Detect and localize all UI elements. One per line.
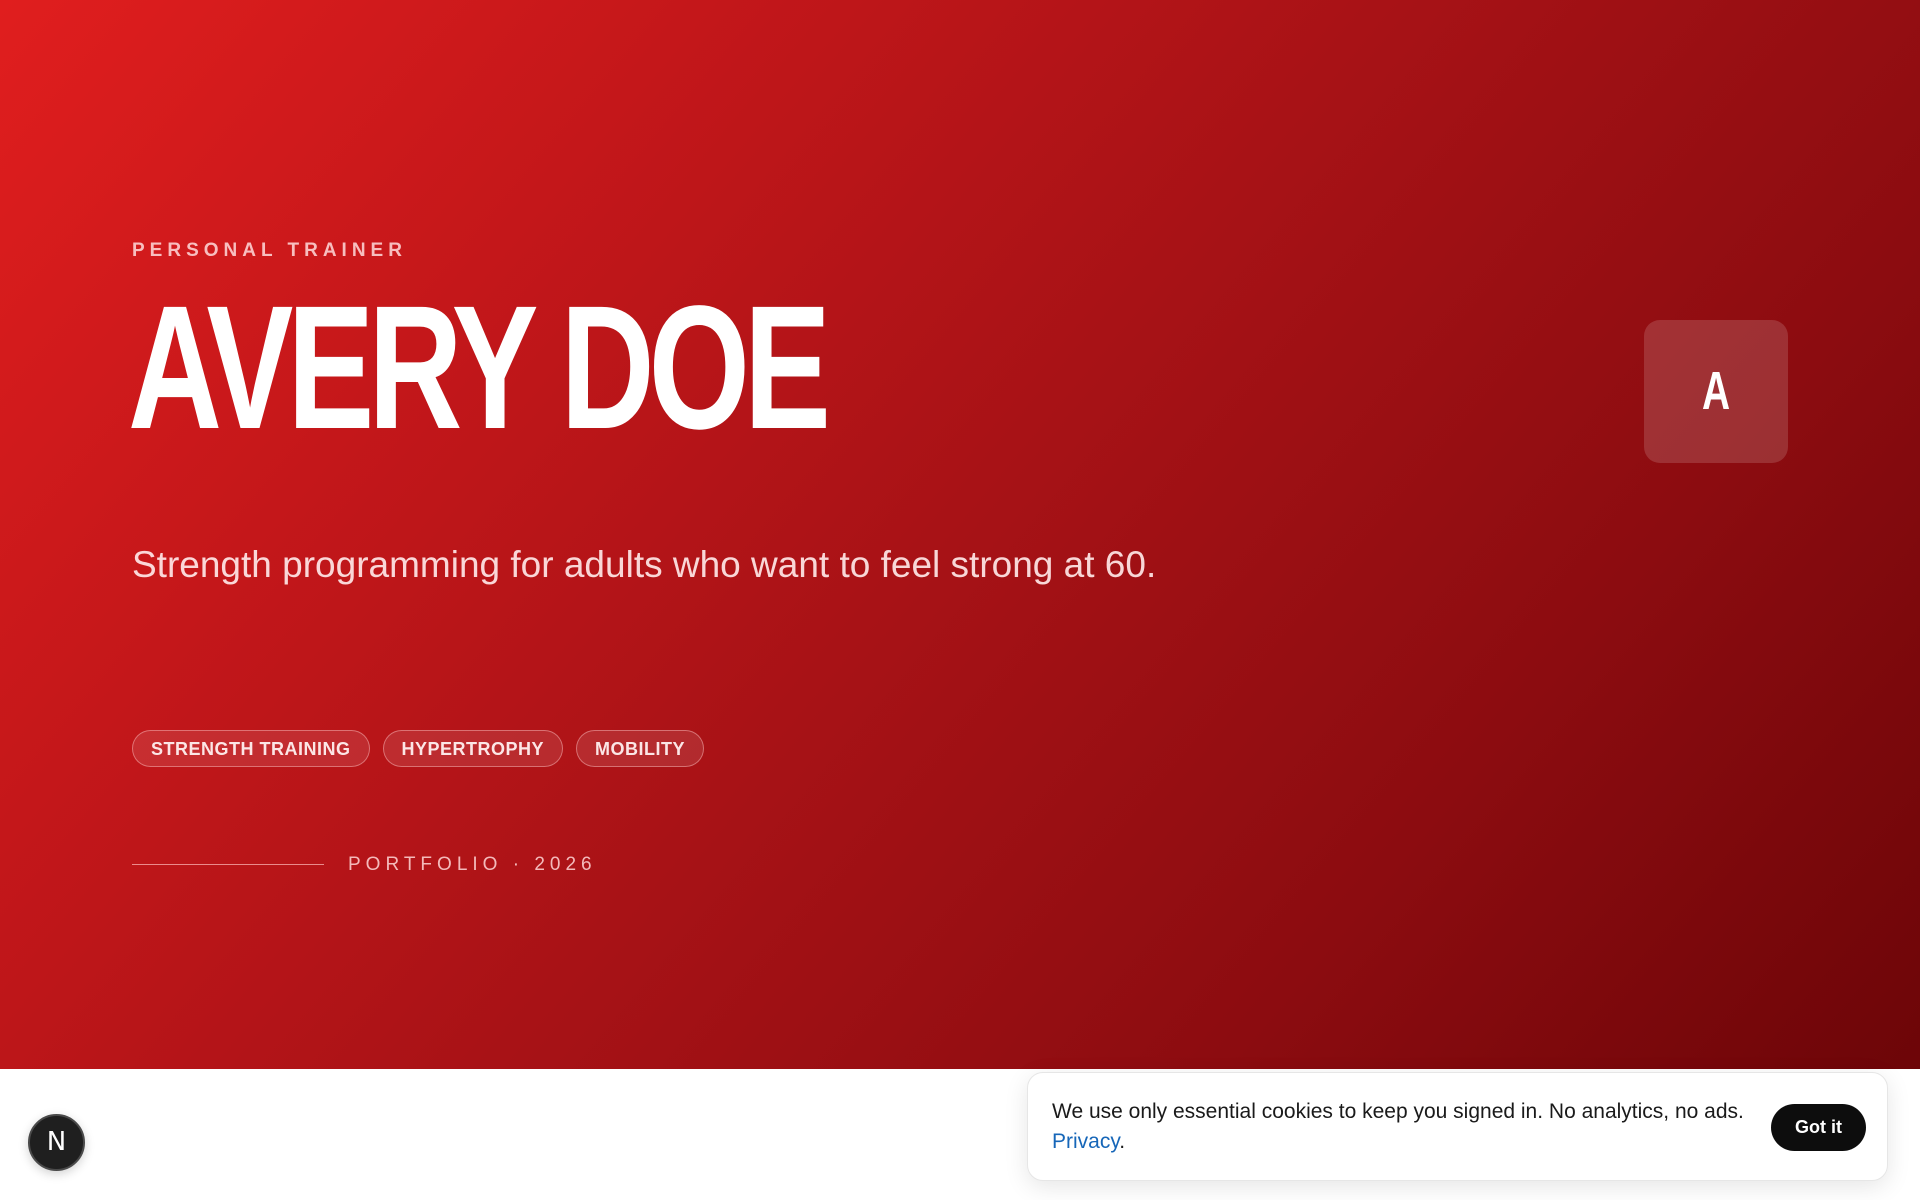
cookie-banner: We use only essential cookies to keep yo… xyxy=(1027,1072,1888,1181)
monogram-avatar: A xyxy=(1644,320,1788,463)
nextjs-badge-icon[interactable]: N xyxy=(28,1114,85,1171)
monogram-letter: A xyxy=(1701,361,1731,421)
got-it-button[interactable]: Got it xyxy=(1771,1104,1866,1151)
hero-section: PERSONAL TRAINER AVERY DOE Strength prog… xyxy=(0,0,1920,1069)
role-eyebrow: PERSONAL TRAINER xyxy=(132,240,407,261)
portfolio-label: PORTFOLIO · 2026 xyxy=(348,854,597,875)
portfolio-divider xyxy=(132,864,324,865)
cookie-message-text: We use only essential cookies to keep yo… xyxy=(1052,1100,1744,1123)
tag-hypertrophy: HYPERTROPHY xyxy=(382,730,564,767)
privacy-link[interactable]: Privacy xyxy=(1052,1130,1119,1153)
hero-tagline: Strength programming for adults who want… xyxy=(132,544,1157,585)
tag-strength-training: STRENGTH TRAINING xyxy=(132,730,370,767)
trainer-name-heading: AVERY DOE xyxy=(128,270,831,466)
cookie-message: We use only essential cookies to keep yo… xyxy=(1052,1097,1752,1157)
tag-mobility: MOBILITY xyxy=(576,730,705,767)
specialty-tags: STRENGTH TRAINING HYPERTROPHY MOBILITY xyxy=(132,730,705,767)
cookie-message-trailing: . xyxy=(1119,1130,1126,1153)
